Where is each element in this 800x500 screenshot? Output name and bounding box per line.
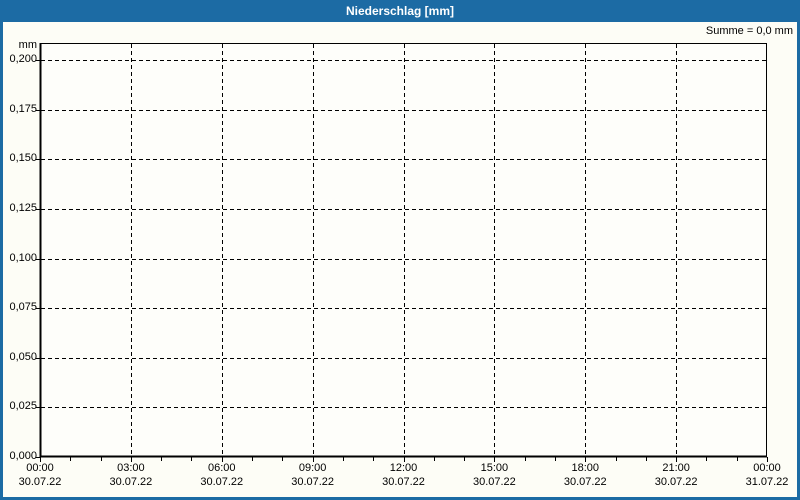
x-tick-time: 00:00 xyxy=(753,462,781,474)
chart-title-bar: Niederschlag [mm] xyxy=(3,0,797,22)
x-tick-date: 30.07.22 xyxy=(200,476,244,488)
y-axis-unit-label: mm xyxy=(18,39,37,51)
x-tick-time: 00:00 xyxy=(26,462,54,474)
x-tick-date: 30.07.22 xyxy=(109,476,153,488)
x-tick-label: 00:00 31.07.22 xyxy=(746,462,789,488)
x-tick-date: 30.07.22 xyxy=(291,476,335,488)
y-tick-label: 0,050 xyxy=(9,350,37,363)
x-tick-label: 12:00 30.07.22 xyxy=(382,462,425,488)
sum-label: Summe = 0,0 mm xyxy=(705,25,793,37)
x-tick-date: 31.07.22 xyxy=(745,476,789,488)
x-tick-time: 03:00 xyxy=(117,462,145,474)
x-tick-time: 21:00 xyxy=(662,462,690,474)
x-tick-date: 30.07.22 xyxy=(654,476,698,488)
x-tick-time: 12:00 xyxy=(389,462,418,474)
x-tick-date: 30.07.22 xyxy=(563,476,607,488)
x-tick-label: 21:00 30.07.22 xyxy=(655,462,698,488)
y-tick-label: 0,125 xyxy=(9,201,37,214)
x-tick-label: 00:00 30.07.22 xyxy=(19,462,62,488)
x-tick-label: 06:00 30.07.22 xyxy=(200,462,243,488)
x-tick-time: 09:00 xyxy=(298,462,327,474)
x-tick-label: 09:00 30.07.22 xyxy=(291,462,334,488)
x-tick-date: 30.07.22 xyxy=(382,476,425,488)
y-tick-label: 0,075 xyxy=(9,301,37,314)
plot-area xyxy=(36,43,768,462)
y-tick-label: 0,200 xyxy=(9,53,37,66)
chart-window: Niederschlag [mm] Summe = 0,0 mm mm 0,00… xyxy=(0,0,800,500)
y-tick-label: 0,150 xyxy=(9,152,37,165)
y-tick-label: 0,100 xyxy=(9,251,37,264)
x-tick-date: 30.07.22 xyxy=(18,476,62,488)
y-tick-label: 0,175 xyxy=(9,102,37,115)
x-tick-label: 03:00 30.07.22 xyxy=(109,462,152,488)
x-tick-date: 30.07.22 xyxy=(472,476,516,488)
x-tick-label: 18:00 30.07.22 xyxy=(564,462,607,488)
y-tick-label: 0,025 xyxy=(9,400,37,413)
x-tick-time: 06:00 xyxy=(207,462,236,474)
plot-background xyxy=(40,43,767,457)
x-tick-time: 18:00 xyxy=(571,462,600,474)
x-tick-time: 15:00 xyxy=(480,462,509,474)
x-tick-label: 15:00 30.07.22 xyxy=(473,462,516,488)
chart-title: Niederschlag [mm] xyxy=(345,4,455,18)
